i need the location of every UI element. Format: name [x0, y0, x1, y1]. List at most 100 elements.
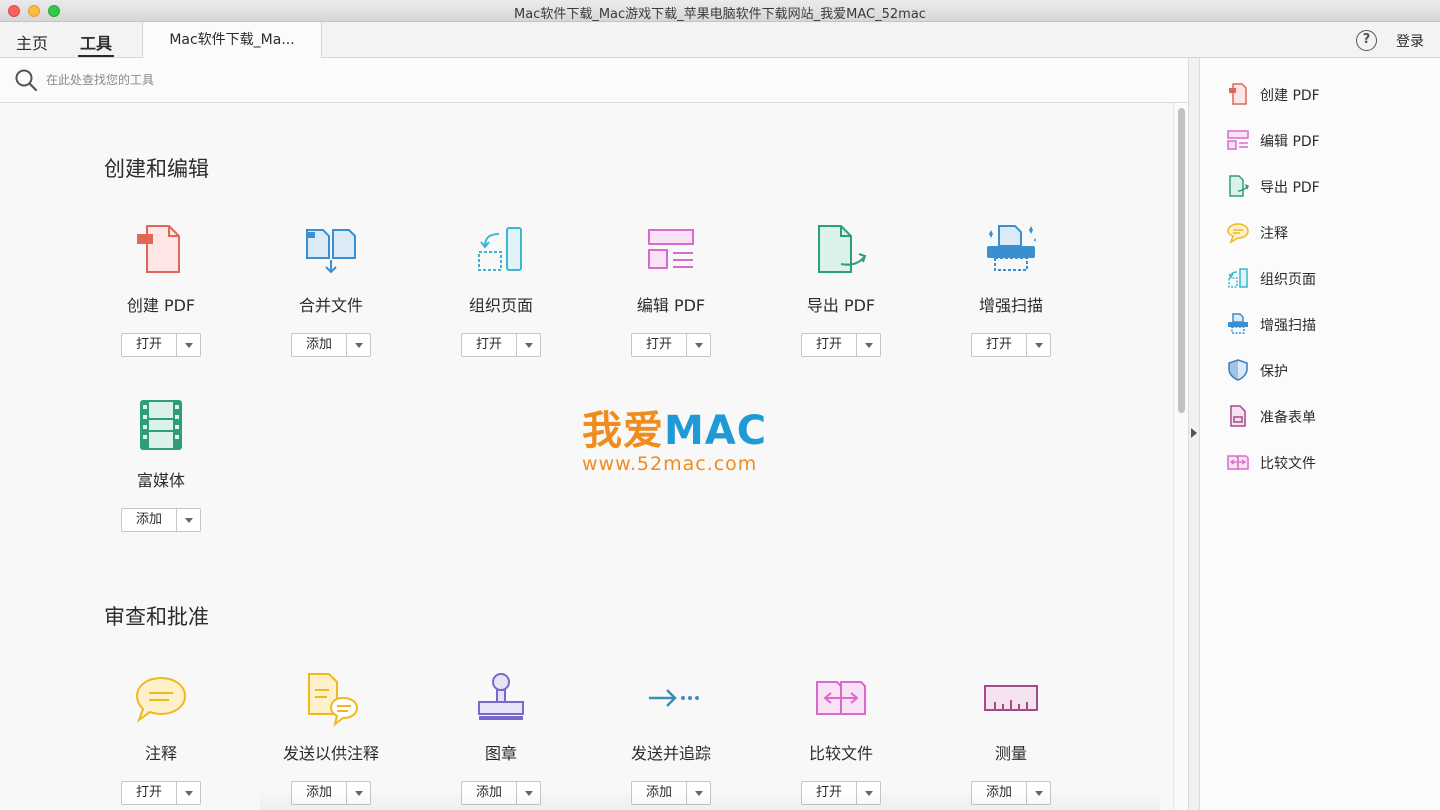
- right-pane-label: 组织页面: [1260, 272, 1316, 288]
- right-pane-label: 准备表单: [1260, 410, 1316, 426]
- open-button[interactable]: 打开: [631, 333, 711, 357]
- button-label: 打开: [632, 334, 687, 356]
- export-pdf-icon: [818, 225, 867, 273]
- send-and-track-icon: [649, 689, 699, 707]
- add-button[interactable]: 添加: [121, 508, 201, 532]
- right-pane-item-compare-files[interactable]: 比较文件: [1226, 450, 1426, 476]
- comment-icon: [1227, 223, 1249, 244]
- tool-stamp[interactable]: 图章 添加: [421, 668, 581, 810]
- tool-label: 发送以供注释: [282, 744, 379, 763]
- edit-pdf-icon: [648, 229, 694, 269]
- enhance-scan-icon: [1228, 313, 1248, 334]
- right-pane-item-export-pdf[interactable]: 导出 PDF: [1226, 174, 1426, 200]
- open-button[interactable]: 打开: [461, 333, 541, 357]
- tool-label: 导出 PDF: [806, 296, 876, 315]
- right-pane-item-edit-pdf[interactable]: 编辑 PDF: [1226, 128, 1426, 154]
- open-button[interactable]: 打开: [801, 333, 881, 357]
- button-label: 打开: [972, 334, 1027, 356]
- combine-files-icon: [306, 229, 356, 274]
- comment-icon: [135, 676, 187, 723]
- create-pdf-icon: [137, 225, 180, 273]
- dropdown-caret-icon[interactable]: [1027, 334, 1050, 356]
- login-link[interactable]: 登录: [1396, 31, 1424, 51]
- search-input[interactable]: [46, 70, 446, 90]
- tab-document[interactable]: Mac软件下载_Ma...: [142, 22, 322, 58]
- right-pane-label: 保护: [1260, 364, 1288, 380]
- right-pane-label: 增强扫描: [1260, 318, 1316, 334]
- rich-media-icon: [140, 400, 182, 450]
- add-button[interactable]: 添加: [291, 333, 371, 357]
- dropdown-caret-icon[interactable]: [687, 334, 710, 356]
- compare-files-icon: [1227, 455, 1249, 470]
- right-pane-item-prepare-form[interactable]: 准备表单: [1226, 404, 1426, 430]
- help-icon[interactable]: ?: [1356, 30, 1377, 51]
- right-pane-item-enhance-scan[interactable]: 增强扫描: [1226, 312, 1426, 338]
- tool-label: 比较文件: [808, 744, 873, 763]
- prepare-form-icon: [1230, 405, 1246, 427]
- tool-combine-files[interactable]: 合并文件 添加: [251, 220, 411, 380]
- right-pane-label: 注释: [1260, 226, 1288, 242]
- tool-label: 创建 PDF: [126, 296, 196, 315]
- watermark-url: www.52mac.com: [582, 453, 758, 475]
- watermark-logo: 我爱MAC www.52mac.com: [582, 408, 772, 474]
- export-pdf-icon: [1229, 175, 1249, 197]
- tool-send-and-track[interactable]: 发送并追踪 添加: [591, 668, 751, 810]
- enhance-scan-icon: [987, 225, 1036, 271]
- tool-label: 图章: [484, 744, 517, 763]
- tool-label: 组织页面: [468, 296, 533, 315]
- scroll-fade: [260, 790, 1160, 810]
- dropdown-caret-icon[interactable]: [177, 782, 200, 804]
- dropdown-caret-icon[interactable]: [517, 334, 540, 356]
- tool-label: 增强扫描: [978, 296, 1043, 315]
- search-icon: [15, 69, 38, 92]
- tool-label: 测量: [994, 744, 1027, 763]
- protect-icon: [1228, 359, 1248, 381]
- right-pane-item-protect[interactable]: 保护: [1226, 358, 1426, 384]
- open-button[interactable]: 打开: [121, 781, 201, 805]
- right-pane-label: 导出 PDF: [1260, 180, 1320, 196]
- tools-center: 创建和编辑 创建 PDF 打开 合并文件 添加 组织页面 打开 编辑 PDF 打…: [0, 103, 1173, 810]
- watermark-cn: 我爱: [582, 408, 664, 454]
- tool-compare-files[interactable]: 比较文件 打开: [761, 668, 921, 810]
- dropdown-caret-icon[interactable]: [347, 334, 370, 356]
- tool-label: 合并文件: [298, 296, 363, 315]
- tab-home[interactable]: 主页: [16, 30, 48, 54]
- right-pane-toggle[interactable]: [1188, 58, 1200, 810]
- top-tab-bar: 主页 工具 Mac软件下载_Ma... ? 登录: [0, 22, 1440, 58]
- watermark-en: MAC: [664, 408, 768, 454]
- send-for-comments-icon: [308, 673, 359, 727]
- edit-pdf-icon: [1227, 130, 1249, 150]
- tool-label: 富媒体: [136, 471, 185, 490]
- title-bar: Mac软件下载_Mac游戏下载_苹果电脑软件下载网站_我爱MAC_52mac: [0, 0, 1440, 22]
- tool-edit-pdf[interactable]: 编辑 PDF 打开: [591, 220, 751, 380]
- dropdown-caret-icon[interactable]: [177, 509, 200, 531]
- right-pane-item-comment[interactable]: 注释: [1226, 220, 1426, 246]
- window-title: Mac软件下载_Mac游戏下载_苹果电脑软件下载网站_我爱MAC_52mac: [514, 7, 926, 22]
- chevron-right-icon[interactable]: [1191, 428, 1197, 438]
- compare-files-icon: [816, 681, 866, 715]
- tool-label: 注释: [144, 744, 177, 763]
- open-button[interactable]: 打开: [971, 333, 1051, 357]
- tool-create-pdf[interactable]: 创建 PDF 打开: [81, 220, 241, 380]
- right-pane-item-create-pdf[interactable]: 创建 PDF: [1226, 82, 1426, 108]
- vertical-scrollbar[interactable]: [1173, 103, 1188, 810]
- tool-rich-media[interactable]: 富媒体 添加: [81, 395, 241, 555]
- right-pane-item-organize-pages[interactable]: 组织页面: [1226, 266, 1426, 292]
- stamp-icon: [478, 673, 524, 720]
- tool-organize-pages[interactable]: 组织页面 打开: [421, 220, 581, 380]
- right-tools-pane: 创建 PDF 编辑 PDF 导出 PDF 注释 组织页面 增强扫描 保护 准备表…: [1200, 58, 1440, 810]
- dropdown-caret-icon[interactable]: [177, 334, 200, 356]
- button-label: 添加: [122, 509, 177, 531]
- tab-tools[interactable]: 工具: [77, 30, 115, 57]
- dropdown-caret-icon[interactable]: [857, 334, 880, 356]
- button-label: 添加: [292, 334, 347, 356]
- tool-enhance-scan[interactable]: 增强扫描 打开: [931, 220, 1091, 380]
- scrollbar-thumb[interactable]: [1178, 108, 1185, 413]
- tool-send-for-comments[interactable]: 发送以供注释 添加: [251, 668, 411, 810]
- tool-export-pdf[interactable]: 导出 PDF 打开: [761, 220, 921, 380]
- tool-measure[interactable]: 测量 添加: [931, 668, 1091, 810]
- open-button[interactable]: 打开: [121, 333, 201, 357]
- button-label: 打开: [462, 334, 517, 356]
- tool-comment[interactable]: 注释 打开: [81, 668, 241, 810]
- right-pane-label: 创建 PDF: [1260, 88, 1320, 104]
